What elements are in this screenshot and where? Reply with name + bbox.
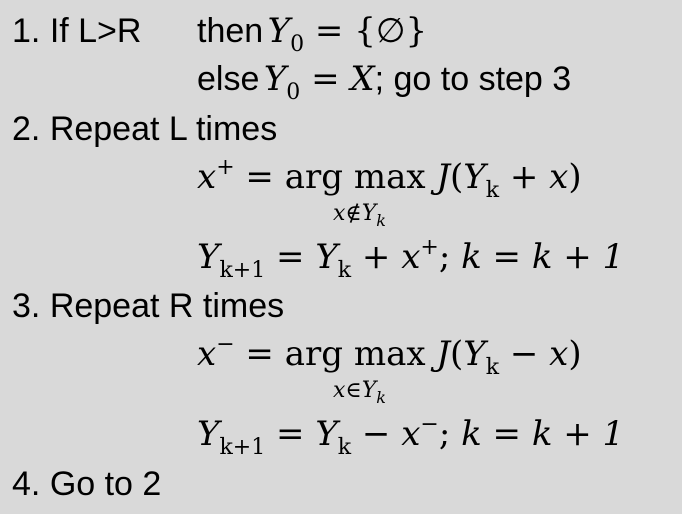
- algorithm-figure: 1. If L>R then Y0 = {∅} else Y0 = X; go …: [0, 0, 682, 514]
- step-2-argmax-equation: x+ = arg max J(Yk + x): [197, 155, 582, 203]
- step-1-label: 1. If L>R: [12, 12, 142, 50]
- step-1-then-line: then Y0 = {∅}: [197, 11, 428, 57]
- step-3-argmax-equation: x− = arg max J(Yk − x): [197, 332, 582, 380]
- step-2-label: 2. Repeat L times: [12, 110, 278, 148]
- step-2-argmax-condition: x∉Yk: [333, 201, 386, 230]
- step-3-update-equation: Yk+1 = Yk − x−; k = k + 1: [197, 412, 625, 460]
- step-4-label: 4. Go to 2: [12, 465, 162, 503]
- step-1-else-line: else Y0 = X; go to step 3: [197, 59, 572, 105]
- step-3-label: 3. Repeat R times: [12, 287, 285, 325]
- then-keyword: then: [197, 12, 264, 50]
- else-keyword: else: [197, 60, 260, 98]
- step-2-update-equation: Yk+1 = Yk + x+; k = k + 1: [197, 235, 625, 283]
- step-3-argmax-condition: x∈Yk: [333, 378, 386, 407]
